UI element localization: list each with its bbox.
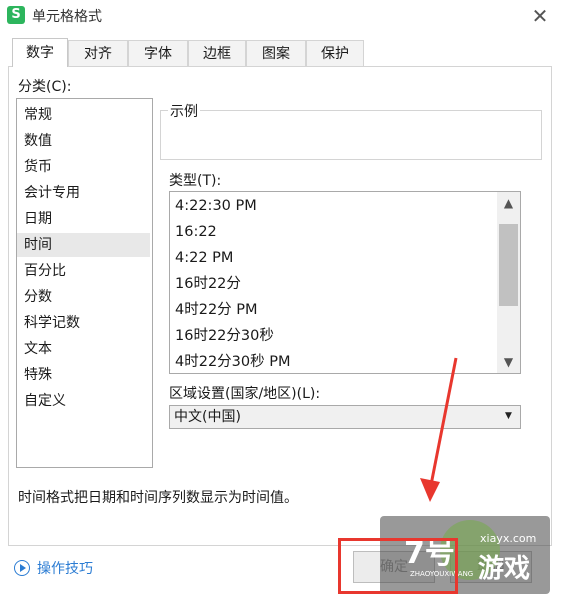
tab-border[interactable]: 边框 xyxy=(188,40,246,66)
tab-alignment[interactable]: 对齐 xyxy=(68,40,128,66)
type-item[interactable]: 4:22:30 PM xyxy=(170,193,500,219)
type-item[interactable]: 4:22 PM xyxy=(170,245,500,271)
locale-label: 区域设置(国家/地区)(L): xyxy=(169,386,321,402)
dialog-title: 单元格格式 xyxy=(32,9,102,25)
locale-select-value: 中文(中国) xyxy=(174,409,241,425)
category-label: 分类(C): xyxy=(18,79,72,95)
app-logo-icon: S xyxy=(7,6,25,24)
watermark-text: 游戏 xyxy=(478,554,531,584)
tab-font[interactable]: 字体 xyxy=(128,40,188,66)
tab-pattern[interactable]: 图案 xyxy=(246,40,306,66)
close-button[interactable]: ✕ xyxy=(526,2,554,30)
type-item[interactable]: 16:22 xyxy=(170,219,500,245)
scroll-thumb[interactable] xyxy=(499,224,518,306)
annotation-arrow-icon xyxy=(420,357,458,502)
sample-label: 示例 xyxy=(168,101,200,121)
category-item-date[interactable]: 日期 xyxy=(17,207,150,231)
tips-link[interactable]: 操作技巧 xyxy=(37,558,93,578)
category-item-percentage[interactable]: 百分比 xyxy=(17,259,150,283)
category-item-custom[interactable]: 自定义 xyxy=(17,389,150,413)
type-item[interactable]: 16时22分 xyxy=(170,271,500,297)
scroll-up-arrow-icon[interactable]: ▲ xyxy=(497,192,520,214)
type-item[interactable]: 16时22分30秒 xyxy=(170,323,500,349)
category-item-number[interactable]: 数值 xyxy=(17,129,150,153)
scroll-down-arrow-icon[interactable]: ▼ xyxy=(497,351,520,373)
annotation-highlight-box xyxy=(338,538,458,594)
category-item-general[interactable]: 常规 xyxy=(17,103,150,127)
sample-preview-box xyxy=(160,110,542,160)
play-triangle-icon xyxy=(20,564,26,572)
tab-protection[interactable]: 保护 xyxy=(306,40,364,66)
dropdown-arrow-icon[interactable]: ▼ xyxy=(505,411,512,421)
category-item-special[interactable]: 特殊 xyxy=(17,363,150,387)
category-item-fraction[interactable]: 分数 xyxy=(17,285,150,309)
category-item-time[interactable]: 时间 xyxy=(17,233,150,257)
type-label: 类型(T): xyxy=(169,173,222,189)
type-list[interactable]: 4:22:30 PM 16:22 4:22 PM 16时22分 4时22分 PM… xyxy=(169,191,521,374)
type-item[interactable]: 4时22分 PM xyxy=(170,297,500,323)
category-item-currency[interactable]: 货币 xyxy=(17,155,150,179)
category-list[interactable]: 常规 数值 货币 会计专用 日期 时间 百分比 分数 科学记数 文本 特殊 自定… xyxy=(16,98,153,468)
watermark-url: xiayx.com xyxy=(480,532,537,545)
category-item-scientific[interactable]: 科学记数 xyxy=(17,311,150,335)
tab-number[interactable]: 数字 xyxy=(12,38,68,67)
category-item-text[interactable]: 文本 xyxy=(17,337,150,361)
category-item-accounting[interactable]: 会计专用 xyxy=(17,181,150,205)
format-description: 时间格式把日期和时间序列数显示为时间值。 xyxy=(18,490,298,506)
